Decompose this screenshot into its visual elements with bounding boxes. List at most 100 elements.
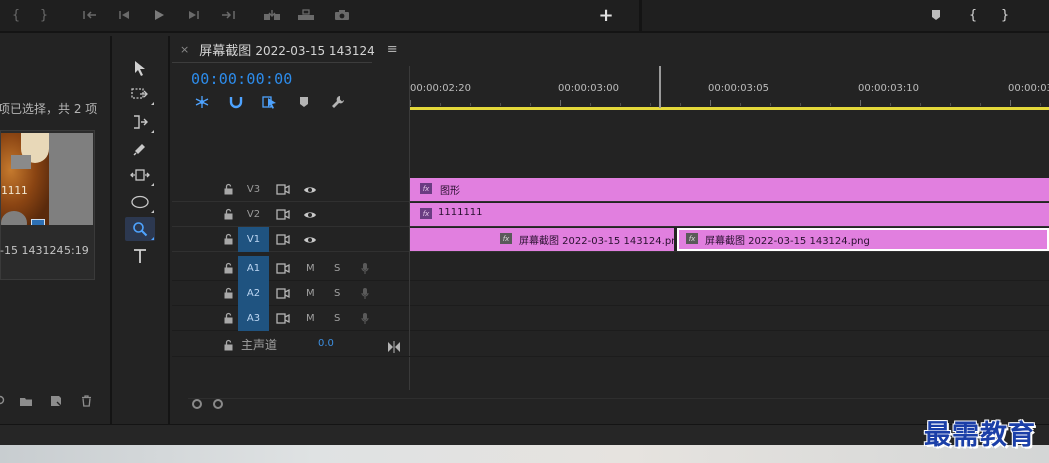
lock-icon[interactable]: [223, 287, 234, 299]
work-area-bar[interactable]: [410, 107, 1049, 110]
mute-button[interactable]: M: [306, 256, 315, 281]
nest-toggle-icon[interactable]: [192, 93, 212, 111]
marker-icon[interactable]: [926, 5, 946, 25]
razor-tool[interactable]: [125, 137, 155, 161]
sync-lock-icon[interactable]: [275, 183, 291, 196]
out-brace-icon[interactable]: }: [34, 5, 54, 25]
zoom-scrollbar[interactable]: [190, 397, 1049, 411]
fx-badge-icon: fx: [686, 233, 698, 244]
sync-lock-icon[interactable]: [275, 233, 291, 246]
solo-button[interactable]: S: [334, 281, 340, 306]
ellipse-tool[interactable]: [125, 190, 155, 214]
trash-icon[interactable]: [77, 392, 95, 410]
track-content[interactable]: [410, 281, 1049, 306]
ruler-label: 00:00:03: [1008, 83, 1049, 94]
panel-menu-icon[interactable]: ≡: [387, 42, 398, 57]
sync-lock-icon[interactable]: [275, 312, 291, 325]
solo-button[interactable]: S: [334, 256, 340, 281]
add-marker-icon[interactable]: [294, 93, 314, 111]
lock-icon[interactable]: [223, 262, 234, 274]
track-target-toggle[interactable]: V1: [238, 227, 269, 252]
playhead[interactable]: [659, 66, 661, 108]
eye-icon[interactable]: [302, 208, 318, 221]
track-target-toggle[interactable]: A3: [238, 306, 269, 331]
time-ruler[interactable]: 00:00:02:20 00:00:03:00 00:00:03:05 00:0…: [410, 66, 1049, 110]
new-item-icon[interactable]: [47, 392, 65, 410]
lock-icon[interactable]: [223, 208, 234, 220]
step-forward-icon[interactable]: [184, 5, 204, 25]
clip-text[interactable]: fx 1111111: [410, 203, 1049, 226]
sequence-tab[interactable]: × 屏幕截图 2022-03-15 143124 ≡: [172, 36, 398, 62]
track-header: A2 M S: [172, 281, 409, 306]
microphone-icon[interactable]: [357, 287, 373, 300]
master-volume-value[interactable]: 0.0: [318, 338, 334, 349]
solo-button[interactable]: S: [334, 306, 340, 331]
track-content[interactable]: [410, 306, 1049, 331]
ripple-edit-tool[interactable]: [125, 110, 155, 134]
insert-icon[interactable]: [262, 5, 282, 25]
track-v2: V2 fx 1111111: [172, 202, 1049, 227]
track-content[interactable]: [410, 256, 1049, 281]
track-content[interactable]: fx 1111111: [410, 202, 1049, 227]
clip-image-selected[interactable]: fx 屏幕截图 2022-03-15 143124.png: [677, 228, 1049, 251]
project-item-thumbnail[interactable]: 1111 -15 143124 5:19: [0, 130, 95, 280]
track-content[interactable]: fx 屏幕截图 2022-03-15 143124.png fx 屏幕截图 20…: [410, 227, 1049, 252]
camera-icon[interactable]: [332, 5, 352, 25]
clip-graphic[interactable]: fx 图形: [410, 178, 1049, 201]
track-content[interactable]: fx 图形: [410, 177, 1049, 202]
lock-icon[interactable]: [223, 233, 234, 245]
scroll-handle-right[interactable]: [213, 399, 223, 409]
linked-selection-icon[interactable]: [260, 93, 280, 111]
master-track: 主声道 0.0: [172, 333, 1049, 357]
mark-out-icon[interactable]: }: [995, 5, 1015, 25]
zoom-tool[interactable]: [125, 217, 155, 241]
sync-lock-icon[interactable]: [275, 287, 291, 300]
track-target-toggle[interactable]: A2: [238, 281, 269, 306]
mute-button[interactable]: M: [306, 281, 315, 306]
sync-lock-icon[interactable]: [275, 208, 291, 221]
ruler-label: 00:00:03:05: [708, 83, 770, 94]
timeline-panel: × 屏幕截图 2022-03-15 143124 ≡ 00:00:00:00 0…: [172, 36, 1049, 424]
clip-image[interactable]: fx 屏幕截图 2022-03-15 143124.png: [410, 228, 674, 251]
slip-tool[interactable]: [125, 163, 155, 187]
watermark-logo: 最需教育: [924, 420, 1036, 451]
plus-icon[interactable]: +: [596, 5, 616, 26]
go-to-out-icon[interactable]: [218, 5, 238, 25]
in-brace-icon[interactable]: {: [6, 5, 26, 25]
go-to-in-icon[interactable]: [80, 5, 100, 25]
scroll-handle-left[interactable]: [192, 399, 202, 409]
new-bin-icon[interactable]: [17, 392, 35, 410]
track-a2: A2 M S: [172, 281, 1049, 306]
search-bin-icon[interactable]: [0, 392, 10, 410]
track-select-tool[interactable]: [125, 82, 155, 106]
thumbnail-image: 1111: [1, 133, 93, 225]
track-target-toggle[interactable]: V2: [238, 202, 269, 227]
lock-icon[interactable]: [223, 312, 234, 324]
microphone-icon[interactable]: [357, 312, 373, 325]
sync-lock-icon[interactable]: [275, 262, 291, 275]
track-target-toggle[interactable]: A1: [238, 256, 269, 281]
mute-button[interactable]: M: [306, 306, 315, 331]
type-tool[interactable]: [125, 244, 155, 268]
jump-to-edit-icon[interactable]: [387, 338, 401, 357]
step-back-icon[interactable]: [114, 5, 134, 25]
mark-in-icon[interactable]: {: [963, 5, 983, 25]
selection-tool[interactable]: [125, 56, 155, 80]
clip-label: 屏幕截图 2022-03-15 143124.png: [705, 236, 870, 247]
eye-icon[interactable]: [302, 183, 318, 196]
track-target-toggle[interactable]: V3: [238, 177, 269, 202]
tools-panel: [114, 36, 170, 424]
microphone-icon[interactable]: [357, 262, 373, 275]
fx-badge-icon: fx: [420, 208, 432, 219]
settings-wrench-icon[interactable]: [328, 93, 348, 111]
lock-icon[interactable]: [223, 183, 234, 195]
fx-badge-icon: fx: [420, 183, 432, 194]
eye-icon[interactable]: [302, 233, 318, 246]
close-tab-icon[interactable]: ×: [180, 43, 189, 56]
track-header: V2: [172, 202, 409, 227]
overwrite-icon[interactable]: [296, 5, 316, 25]
snap-magnet-icon[interactable]: [226, 93, 246, 111]
play-icon[interactable]: [149, 5, 169, 25]
lock-icon[interactable]: [223, 339, 234, 351]
playhead-timecode[interactable]: 00:00:00:00: [191, 70, 293, 88]
